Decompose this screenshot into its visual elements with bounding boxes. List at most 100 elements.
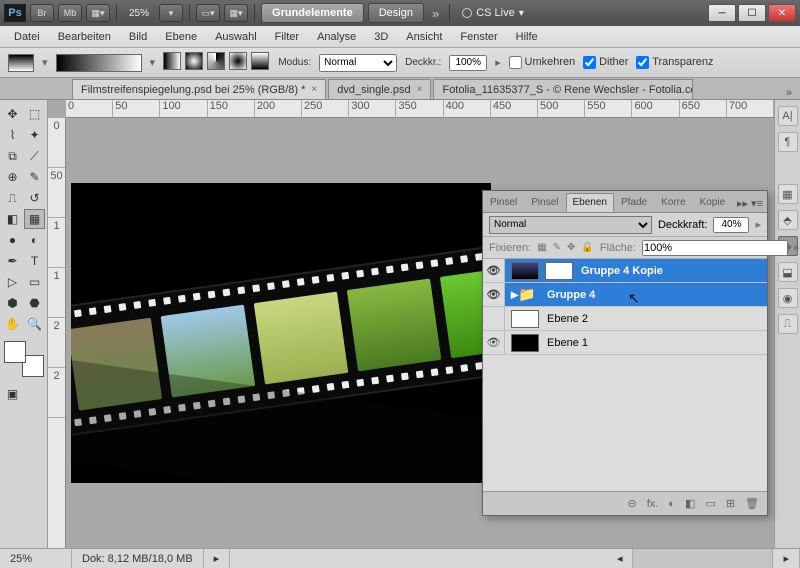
workspace-design[interactable]: Design	[368, 3, 424, 23]
transparenz-checkbox[interactable]: Transparenz	[636, 56, 713, 69]
paths-panel-icon[interactable]: ◉	[778, 288, 798, 308]
panel-tab[interactable]: Kopie	[693, 193, 733, 212]
type-panel-icon[interactable]: A|	[778, 106, 798, 126]
document-tab[interactable]: dvd_single.psd×	[328, 79, 431, 99]
folder-icon[interactable]: ▸📁	[511, 286, 539, 304]
angle-gradient-button[interactable]	[207, 52, 225, 70]
panel-menu-icon[interactable]: ▸▸ ▾≡	[733, 195, 767, 212]
blend-mode-select[interactable]: Normal	[489, 216, 652, 234]
radial-gradient-button[interactable]	[185, 52, 203, 70]
adjustment-icon[interactable]: ◧	[685, 497, 695, 510]
lasso-tool[interactable]: ⌇	[2, 125, 23, 145]
quickmask-button[interactable]: ▣	[2, 384, 23, 404]
menu-ebene[interactable]: Ebene	[157, 28, 205, 46]
heal-tool[interactable]: ⊕	[2, 167, 23, 187]
visibility-icon[interactable]: 👁	[483, 283, 505, 306]
lock-pixels-icon[interactable]: ✎	[553, 241, 561, 255]
fill-input[interactable]	[642, 240, 788, 256]
diamond-gradient-button[interactable]	[251, 52, 269, 70]
tabs-overflow[interactable]: »	[778, 87, 800, 99]
layer-row[interactable]: 👁 ▸📁 Gruppe 4	[483, 283, 767, 307]
type-tool[interactable]: T	[24, 251, 45, 271]
layer-thumbnail[interactable]	[511, 262, 539, 280]
menu-3d[interactable]: 3D	[366, 28, 396, 46]
layer-name[interactable]: Gruppe 4	[545, 289, 767, 301]
fx-icon[interactable]: fx.	[647, 498, 659, 510]
swatches-panel-icon[interactable]: ▦	[778, 184, 798, 204]
history-brush-tool[interactable]: ↺	[24, 188, 45, 208]
status-doc-info[interactable]: Dok: 8,12 MB/18,0 MB	[72, 549, 204, 568]
layer-name[interactable]: Gruppe 4 Kopie	[579, 265, 767, 277]
pen-tool[interactable]: ✒	[2, 251, 23, 271]
workspace-more[interactable]: »	[428, 6, 443, 21]
menu-ansicht[interactable]: Ansicht	[398, 28, 450, 46]
linear-gradient-button[interactable]	[163, 52, 181, 70]
path-select-tool[interactable]: ▷	[2, 272, 23, 292]
paragraph-panel-icon[interactable]: ¶	[778, 132, 798, 152]
bridge-button[interactable]: Br	[30, 4, 54, 22]
shape-tool[interactable]: ▭	[24, 272, 45, 292]
channels-panel-icon[interactable]: ⬓	[778, 262, 798, 282]
stamp-tool[interactable]: ⎍	[2, 188, 23, 208]
lock-transparency-icon[interactable]: ▦	[537, 241, 546, 255]
camera-tool[interactable]: ⬣	[24, 293, 45, 313]
menu-hilfe[interactable]: Hilfe	[508, 28, 546, 46]
new-layer-icon[interactable]: ⊞	[726, 497, 735, 510]
mask-icon[interactable]: ◐	[668, 498, 675, 510]
link-layers-icon[interactable]: ⊝	[628, 497, 637, 510]
dither-checkbox[interactable]: Dither	[583, 56, 628, 69]
blur-tool[interactable]: ●	[2, 230, 23, 250]
brush-tool[interactable]: ✎	[24, 167, 45, 187]
zoom-tool[interactable]: 🔍	[24, 314, 45, 334]
wand-tool[interactable]: ✦	[24, 125, 45, 145]
panel-tab[interactable]: Pinsel	[524, 193, 565, 212]
trash-icon[interactable]: 🗑	[745, 497, 759, 510]
menu-analyse[interactable]: Analyse	[309, 28, 364, 46]
window-maximize-button[interactable]: ☐	[738, 4, 766, 22]
layer-name[interactable]: Ebene 2	[545, 313, 767, 325]
workspace-grundelemente[interactable]: Grundelemente	[261, 3, 364, 23]
panel-tab[interactable]: Pinsel	[483, 193, 524, 212]
visibility-icon[interactable]: 👁	[483, 331, 505, 354]
menu-fenster[interactable]: Fenster	[452, 28, 505, 46]
menu-datei[interactable]: Datei	[6, 28, 48, 46]
marquee-tool[interactable]: ⬚	[24, 104, 45, 124]
lock-position-icon[interactable]: ✥	[567, 241, 575, 255]
crop-tool[interactable]: ⧉	[2, 146, 23, 166]
screen-mode-button[interactable]: ▦▾	[86, 4, 110, 22]
group-icon[interactable]: ▭	[705, 497, 715, 510]
menu-auswahl[interactable]: Auswahl	[207, 28, 265, 46]
visibility-icon[interactable]	[483, 307, 505, 330]
layer-row[interactable]: 👁 Gruppe 4 Kopie	[483, 259, 767, 283]
modus-select[interactable]: Normal	[319, 54, 397, 72]
close-icon[interactable]: ×	[311, 84, 317, 95]
opacity-input[interactable]	[713, 217, 749, 233]
cs-live-button[interactable]: CS Live ▾	[456, 7, 530, 19]
layer-row[interactable]: Ebene 2	[483, 307, 767, 331]
adjustments-panel-icon[interactable]: ⎍	[778, 314, 798, 334]
foreground-color[interactable]	[4, 341, 26, 363]
scrollbar-left[interactable]: ◂	[607, 549, 634, 568]
deckkraft-input[interactable]	[449, 55, 487, 71]
umkehren-checkbox[interactable]: Umkehren	[509, 56, 576, 69]
reflected-gradient-button[interactable]	[229, 52, 247, 70]
document-tab[interactable]: Filmstreifenspiegelung.psd bei 25% (RGB/…	[72, 79, 326, 99]
move-tool[interactable]: ✥	[2, 104, 23, 124]
dodge-tool[interactable]: ◐	[24, 230, 45, 250]
horizontal-scrollbar[interactable]	[633, 549, 773, 568]
document-tab[interactable]: Fotolia_11635377_S - © Rene Wechsler - F…	[433, 79, 693, 99]
panel-tab[interactable]: Pfade	[614, 193, 654, 212]
gradient-tool[interactable]: ▦	[24, 209, 45, 229]
styles-panel-icon[interactable]: ⬘	[778, 210, 798, 230]
window-minimize-button[interactable]: ─	[708, 4, 736, 22]
color-swatches[interactable]	[4, 341, 44, 377]
gradient-tool-preset[interactable]	[8, 54, 34, 72]
layer-mask-thumbnail[interactable]	[545, 262, 573, 280]
menu-bearbeiten[interactable]: Bearbeiten	[50, 28, 119, 46]
panel-tab[interactable]: Korre	[654, 193, 692, 212]
eraser-tool[interactable]: ◧	[2, 209, 23, 229]
layer-name[interactable]: Ebene 1	[545, 337, 767, 349]
3d-tool[interactable]: ⬢	[2, 293, 23, 313]
arrange-button[interactable]: ▦▾	[224, 4, 248, 22]
window-close-button[interactable]: ✕	[768, 4, 796, 22]
